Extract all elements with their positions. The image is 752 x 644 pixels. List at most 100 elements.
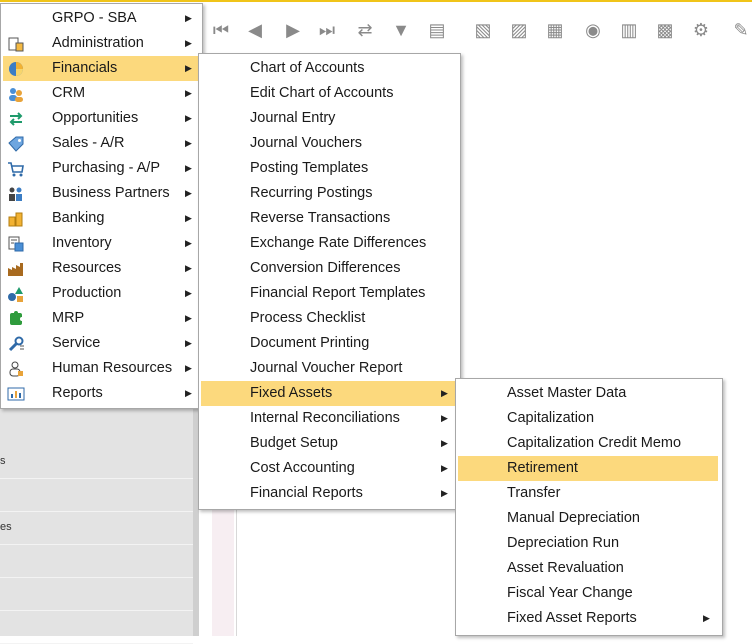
- main-menu-item-human-resources[interactable]: Human Resources ▶: [3, 356, 198, 381]
- left-panel-row[interactable]: s: [0, 445, 193, 479]
- chevron-right-icon: ▶: [185, 313, 192, 323]
- main-menu-item-crm[interactable]: CRM ▶: [3, 81, 198, 106]
- first-record-icon[interactable]: ⏮: [210, 18, 232, 42]
- financials-item-fixed-assets[interactable]: Fixed Assets ▶: [201, 381, 456, 406]
- fixed-assets-item-retirement[interactable]: Retirement: [458, 456, 718, 481]
- chevron-right-icon: ▶: [185, 263, 192, 273]
- chevron-right-icon: ▶: [185, 113, 192, 123]
- financials-item-journal-entry[interactable]: Journal Entry: [201, 106, 456, 131]
- last-record-icon[interactable]: ⏭: [316, 18, 338, 42]
- financials-item-budget-setup[interactable]: Budget Setup ▶: [201, 431, 456, 456]
- main-menu-item-label: Service: [52, 335, 101, 351]
- financials-item-journal-voucher-report[interactable]: Journal Voucher Report: [201, 356, 456, 381]
- fixed-assets-item-manual-depreciation[interactable]: Manual Depreciation: [458, 506, 718, 531]
- financials-item-label: Document Printing: [250, 335, 370, 351]
- financials-item-label: Edit Chart of Accounts: [250, 85, 394, 101]
- chevron-right-icon: ▶: [185, 363, 192, 373]
- left-panel-text: s: [0, 455, 6, 467]
- next-record-icon[interactable]: ▶: [282, 18, 304, 42]
- financials-item-exchange-rate-differences[interactable]: Exchange Rate Differences: [201, 231, 456, 256]
- fixed-assets-submenu: Asset Master Data Capitalization Capitaliz…: [455, 378, 723, 636]
- target-document-icon[interactable]: ▨: [508, 18, 530, 42]
- main-menu-item-label: Reports: [52, 385, 103, 401]
- fixed-assets-item-label: Fiscal Year Change: [507, 585, 633, 601]
- main-menu-item-service[interactable]: Service ▶: [3, 331, 198, 356]
- base-document-icon[interactable]: ▧: [472, 18, 494, 42]
- pie-chart-icon: [7, 60, 25, 78]
- main-menu-item-business-partners[interactable]: Business Partners ▶: [3, 181, 198, 206]
- fixed-assets-item-asset-revaluation[interactable]: Asset Revaluation: [458, 556, 718, 581]
- sort-icon[interactable]: ▤: [426, 18, 448, 42]
- financials-item-cost-accounting[interactable]: Cost Accounting ▶: [201, 456, 456, 481]
- financials-item-conversion-differences[interactable]: Conversion Differences: [201, 256, 456, 281]
- main-menu: GRPO - SBA ▶ Administration ▶ Financials ▶ CRM…: [0, 3, 203, 409]
- fixed-assets-item-fiscal-year-change[interactable]: Fiscal Year Change: [458, 581, 718, 606]
- financials-item-financial-report-templates[interactable]: Financial Report Templates: [201, 281, 456, 306]
- form-strip: [212, 500, 234, 636]
- main-menu-item-banking[interactable]: Banking ▶: [3, 206, 198, 231]
- financials-item-recurring-postings[interactable]: Recurring Postings: [201, 181, 456, 206]
- main-menu-item-administration[interactable]: Administration ▶: [3, 31, 198, 56]
- main-menu-item-mrp[interactable]: MRP ▶: [3, 306, 198, 331]
- financials-item-internal-reconciliations[interactable]: Internal Reconciliations ▶: [201, 406, 456, 431]
- financials-item-label: Process Checklist: [250, 310, 366, 326]
- fixed-assets-item-capitalization-credit-memo[interactable]: Capitalization Credit Memo: [458, 431, 718, 456]
- fixed-assets-item-label: Capitalization: [507, 410, 595, 426]
- previous-record-icon[interactable]: ◀: [244, 18, 266, 42]
- fixed-assets-item-asset-master-data[interactable]: Asset Master Data: [458, 381, 718, 406]
- main-menu-item-inventory[interactable]: Inventory ▶: [3, 231, 198, 256]
- financials-item-document-printing[interactable]: Document Printing: [201, 331, 456, 356]
- financials-item-financial-reports[interactable]: Financial Reports ▶: [201, 481, 456, 506]
- chevron-right-icon: ▶: [185, 163, 192, 173]
- main-menu-item-financials[interactable]: Financials ▶: [3, 56, 198, 81]
- main-menu-item-sales-a-r[interactable]: Sales - A/R ▶: [3, 131, 198, 156]
- main-menu-item-label: Resources: [52, 260, 122, 276]
- left-panel-text: es: [0, 521, 12, 533]
- financials-item-posting-templates[interactable]: Posting Templates: [201, 156, 456, 181]
- edit-icon[interactable]: ✎: [730, 18, 752, 42]
- main-menu-item-reports[interactable]: Reports ▶: [3, 381, 198, 406]
- settings-icon[interactable]: ⚙: [690, 18, 712, 42]
- filter-icon[interactable]: ▼: [390, 18, 412, 42]
- main-menu-item-label: Opportunities: [52, 110, 139, 126]
- financials-item-label: Financial Reports: [250, 485, 363, 501]
- chevron-right-icon: ▶: [441, 488, 448, 498]
- financials-item-reverse-transactions[interactable]: Reverse Transactions: [201, 206, 456, 231]
- financials-item-label: Cost Accounting: [250, 460, 355, 476]
- fixed-assets-item-depreciation-run[interactable]: Depreciation Run: [458, 531, 718, 556]
- financials-item-label: Fixed Assets: [250, 385, 333, 401]
- main-menu-item-grpo-sba[interactable]: GRPO - SBA ▶: [3, 6, 198, 31]
- left-panel-row[interactable]: [0, 577, 193, 611]
- financials-item-process-checklist[interactable]: Process Checklist: [201, 306, 456, 331]
- document-table-icon[interactable]: ▦: [544, 18, 566, 42]
- refresh-icon[interactable]: ⇄: [354, 18, 376, 42]
- gross-profit-icon[interactable]: ◉: [582, 18, 604, 42]
- payment-means-icon[interactable]: ▥: [618, 18, 640, 42]
- left-panel-row[interactable]: [0, 478, 193, 512]
- left-panel-row[interactable]: [0, 544, 193, 578]
- fixed-assets-item-fixed-asset-reports[interactable]: Fixed Asset Reports ▶: [458, 606, 718, 631]
- left-panel-row[interactable]: [0, 610, 193, 644]
- main-menu-item-opportunities[interactable]: Opportunities ▶: [3, 106, 198, 131]
- financials-item-label: Exchange Rate Differences: [250, 235, 427, 251]
- fixed-assets-item-capitalization[interactable]: Capitalization: [458, 406, 718, 431]
- chevron-right-icon: ▶: [185, 13, 192, 23]
- financials-item-edit-chart-of-accounts[interactable]: Edit Chart of Accounts: [201, 81, 456, 106]
- shapes-icon: [7, 285, 25, 303]
- main-menu-item-label: Business Partners: [52, 185, 170, 201]
- chevron-right-icon: ▶: [185, 238, 192, 248]
- financials-item-chart-of-accounts[interactable]: Chart of Accounts: [201, 56, 456, 81]
- main-menu-item-label: Sales - A/R: [52, 135, 125, 151]
- coins-icon: [7, 210, 25, 228]
- main-menu-item-resources[interactable]: Resources ▶: [3, 256, 198, 281]
- fixed-assets-item-transfer[interactable]: Transfer: [458, 481, 718, 506]
- financials-item-journal-vouchers[interactable]: Journal Vouchers: [201, 131, 456, 156]
- fixed-assets-item-label: Fixed Asset Reports: [507, 610, 637, 626]
- left-panel-row[interactable]: es: [0, 511, 193, 545]
- main-menu-item-production[interactable]: Production ▶: [3, 281, 198, 306]
- arrows-icon: [7, 110, 25, 128]
- volume-weight-icon[interactable]: ▩: [654, 18, 676, 42]
- financials-item-label: Posting Templates: [250, 160, 369, 176]
- main-menu-item-purchasing-a-p[interactable]: Purchasing - A/P ▶: [3, 156, 198, 181]
- person-icon: [7, 360, 25, 378]
